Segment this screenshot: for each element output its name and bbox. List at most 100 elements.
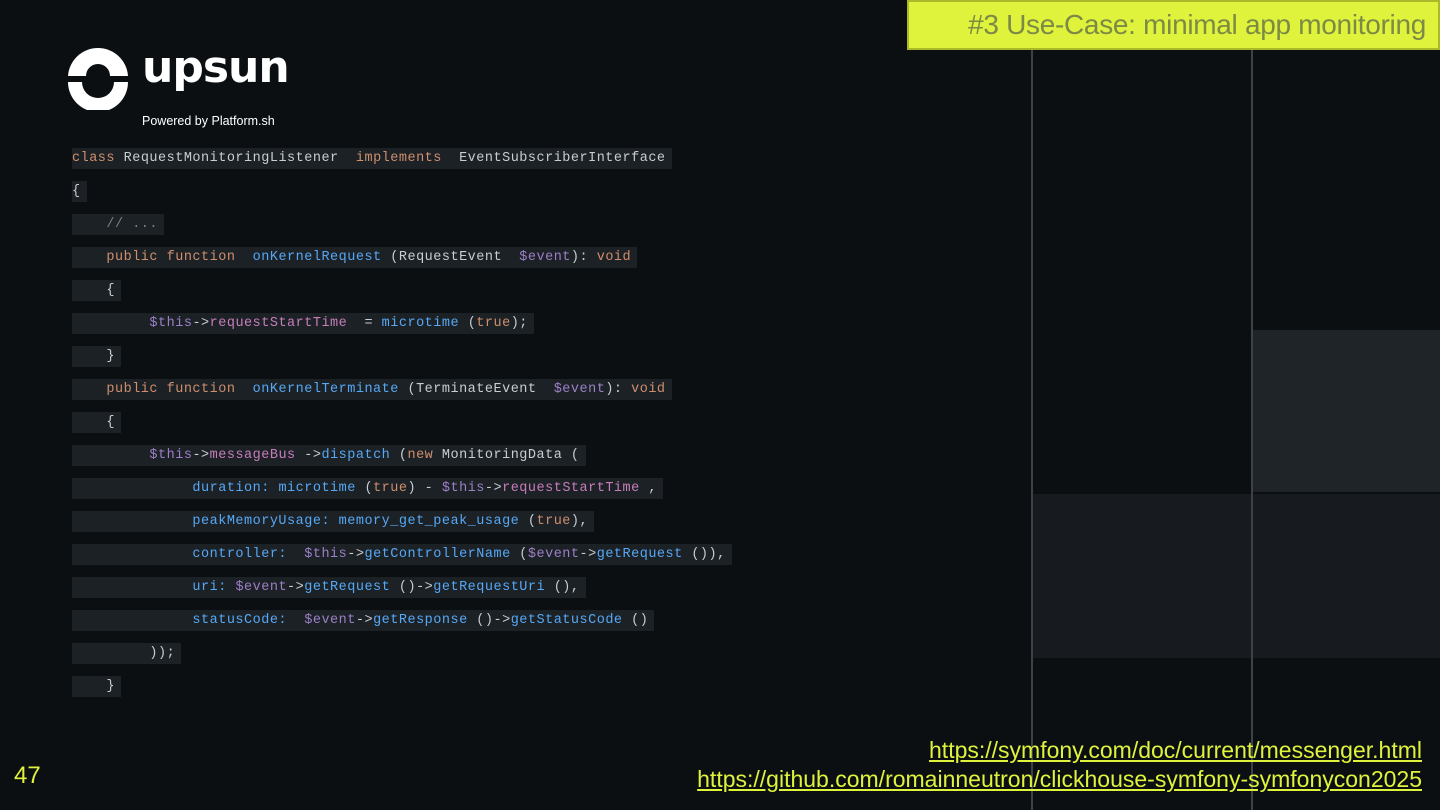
code-token: requestStartTime	[209, 316, 348, 331]
code-token: $this	[149, 448, 193, 463]
code-token: getRequestUri	[433, 580, 546, 595]
code-token: $this	[149, 316, 193, 331]
code-line: // ...	[72, 208, 792, 241]
link-symfony-messenger[interactable]: https://symfony.com/doc/current/messenge…	[697, 736, 1422, 765]
code-line: $this->requestStartTime = microtime (tru…	[72, 307, 792, 340]
code-line-text: public function onKernelTerminate (Termi…	[72, 379, 672, 400]
code-line: {	[72, 274, 792, 307]
code-token: ));	[72, 646, 176, 661]
code-token: ()),	[682, 547, 726, 562]
code-line: }	[72, 340, 792, 373]
code-token: EventSubscriberInterface	[450, 151, 666, 166]
code-token: dispatch	[321, 448, 391, 463]
code-token: controller:	[192, 547, 288, 562]
code-token: getStatusCode	[510, 613, 623, 628]
code-token: }	[72, 349, 116, 364]
code-token: getRequest	[304, 580, 391, 595]
link-github-repo[interactable]: https://github.com/romainneutron/clickho…	[697, 765, 1422, 794]
code-line-text: uri: $event->getRequest ()->getRequestUr…	[72, 577, 586, 598]
code-token: $event	[553, 382, 606, 397]
code-token: ()->	[467, 613, 511, 628]
code-line-text: {	[72, 412, 122, 433]
code-token: requestStartTime	[502, 481, 640, 496]
code-token: ->	[347, 547, 365, 562]
code-token: ):	[570, 250, 597, 265]
code-line: duration: microtime (true) - $this->requ…	[72, 472, 792, 505]
code-token: (	[459, 316, 477, 331]
code-token: =	[347, 316, 382, 331]
code-token: {	[72, 415, 116, 430]
code-token: ()	[622, 613, 649, 628]
code-line-text: class RequestMonitoringListener implemen…	[72, 148, 672, 169]
code-token: class	[72, 151, 116, 166]
code-line-text: $this->requestStartTime = microtime (tru…	[72, 313, 534, 334]
code-token: new	[407, 448, 434, 463]
code-token: (	[510, 547, 528, 562]
code-token: RequestMonitoringListener	[115, 151, 348, 166]
code-token: }	[72, 679, 116, 694]
code-token: ->	[295, 448, 322, 463]
code-token: true	[373, 481, 408, 496]
code-token: {	[72, 283, 116, 298]
code-line-text: public function onKernelRequest (Request…	[72, 247, 638, 268]
code-block: class RequestMonitoringListener implemen…	[72, 142, 792, 703]
code-line: }	[72, 670, 792, 703]
code-token: ):	[605, 382, 632, 397]
code-line: public function onKernelRequest (Request…	[72, 241, 792, 274]
code-line: uri: $event->getRequest ()->getRequestUr…	[72, 571, 792, 604]
code-token: void	[631, 382, 666, 397]
code-token: microtime	[381, 316, 460, 331]
code-line-text: }	[72, 676, 122, 697]
code-token: ,	[639, 481, 657, 496]
code-token: duration:	[192, 481, 270, 496]
code-token: $this	[441, 481, 485, 496]
code-line-text: controller: $this->getControllerName ($e…	[72, 544, 732, 565]
code-token: ->	[192, 448, 210, 463]
code-token: (RequestEvent	[381, 250, 520, 265]
code-line-text: ));	[72, 643, 182, 664]
code-line-text: $this->messageBus ->dispatch (new Monito…	[72, 445, 586, 466]
code-token: function	[166, 250, 236, 265]
code-token: getRequest	[596, 547, 683, 562]
code-line-text: duration: microtime (true) - $this->requ…	[72, 478, 663, 499]
code-token: uri:	[192, 580, 227, 595]
code-line: class RequestMonitoringListener implemen…	[72, 142, 792, 175]
logo-wordmark: upsun	[142, 42, 290, 93]
code-line-text: statusCode: $event->getResponse ()->getS…	[72, 610, 655, 631]
code-token: true	[476, 316, 511, 331]
code-token: // ...	[106, 217, 159, 232]
code-token: (	[519, 514, 537, 529]
slide-title: #3 Use-Case: minimal app monitoring	[907, 0, 1440, 50]
code-token: MonitoringData (	[433, 448, 580, 463]
code-token: microtime	[278, 481, 356, 496]
code-token: statusCode:	[192, 613, 288, 628]
code-token: (	[390, 448, 408, 463]
code-token: public	[106, 250, 159, 265]
page-number: 47	[14, 762, 41, 789]
code-token: true	[536, 514, 571, 529]
code-token: (),	[545, 580, 580, 595]
code-token: onKernelRequest	[252, 250, 382, 265]
code-token: ) -	[407, 481, 442, 496]
code-line-text: // ...	[72, 214, 165, 235]
upsun-logo-icon	[68, 47, 128, 110]
code-token: ->	[579, 547, 597, 562]
code-token: public	[106, 382, 159, 397]
code-line-text: {	[72, 280, 122, 301]
code-token: onKernelTerminate	[252, 382, 399, 397]
